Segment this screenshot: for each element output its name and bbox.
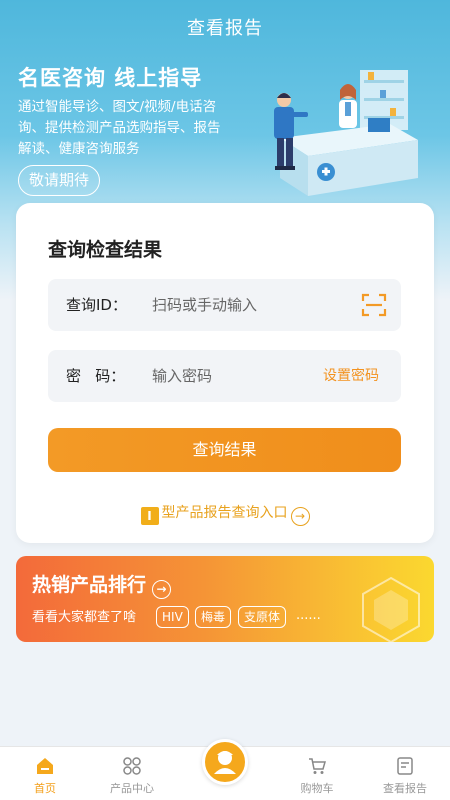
tag-syphilis[interactable]: 梅毒 <box>195 606 232 628</box>
tag-mycoplasma[interactable]: 支原体 <box>238 606 287 628</box>
password-label: 密 码： <box>66 367 126 385</box>
query-id-field: 查询ID： <box>48 279 401 331</box>
query-result-button[interactable]: 查询结果 <box>48 428 401 472</box>
hexagon-decoration-icon <box>362 576 420 642</box>
tab-view-report-label: 查看报告 <box>383 782 427 795</box>
tab-cart[interactable]: 购物车 <box>272 747 362 800</box>
bottom-tab-bar: 首页 产品中心 购物车 查看报告 <box>0 739 450 800</box>
doctor-icon <box>214 751 236 774</box>
tab-view-report[interactable]: 查看报告 <box>360 747 450 800</box>
hero-headline: 名医咨询 线上指导 <box>18 66 203 90</box>
set-password-link[interactable]: 设置密码 <box>323 350 379 402</box>
arrow-right-icon: → <box>152 580 172 599</box>
hot-products-banner[interactable]: 热销产品排行 → 看看大家都查了啥 HIV 梅毒 支原体 ...... <box>16 556 434 642</box>
tab-product-center-label: 产品中心 <box>110 782 154 795</box>
query-card: 查询检查结果 查询ID： 密 码： 设置密码 查询结果 I型产品报告查询入口→ <box>16 203 434 543</box>
tab-home-label: 首页 <box>34 782 56 795</box>
page-title: 查看报告 <box>187 18 263 39</box>
consultation-illustration <box>274 70 418 196</box>
home-icon <box>37 758 53 774</box>
coming-soon-button[interactable]: 敬请期待 <box>18 165 101 196</box>
hero-description: 通过智能导诊、图文/视频/电话咨询、提供检测产品选购指导、报告解读、健康咨询服务 <box>18 99 221 157</box>
arrow-right-icon: → <box>290 507 310 526</box>
query-id-input[interactable] <box>152 291 332 319</box>
scan-icon[interactable] <box>361 292 387 318</box>
report-icon <box>397 757 413 775</box>
password-field: 密 码： 设置密码 <box>48 350 401 402</box>
password-input[interactable] <box>152 362 332 390</box>
cart-icon <box>309 758 326 774</box>
query-id-label: 查询ID： <box>66 296 127 314</box>
hot-products-subtitle: 看看大家都查了啥 <box>32 610 137 625</box>
hot-products-title: 热销产品排行 → <box>32 570 172 599</box>
hot-products-title-text: 热销产品排行 <box>32 574 147 596</box>
type1-badge: I <box>140 507 159 525</box>
query-card-title: 查询检查结果 <box>48 239 163 261</box>
grid-icon <box>123 757 141 775</box>
tab-cart-label: 购物车 <box>300 782 334 795</box>
doctor-consult-button[interactable] <box>202 739 248 785</box>
tag-hiv[interactable]: HIV <box>156 606 189 628</box>
tab-home[interactable]: 首页 <box>0 747 90 800</box>
more-ellipsis: ...... <box>296 608 321 623</box>
type1-report-label: 型产品报告查询入口 <box>161 505 288 521</box>
tab-product-center[interactable]: 产品中心 <box>87 747 177 800</box>
type1-report-entry[interactable]: I 型产品报告查询入口 → <box>16 502 434 526</box>
